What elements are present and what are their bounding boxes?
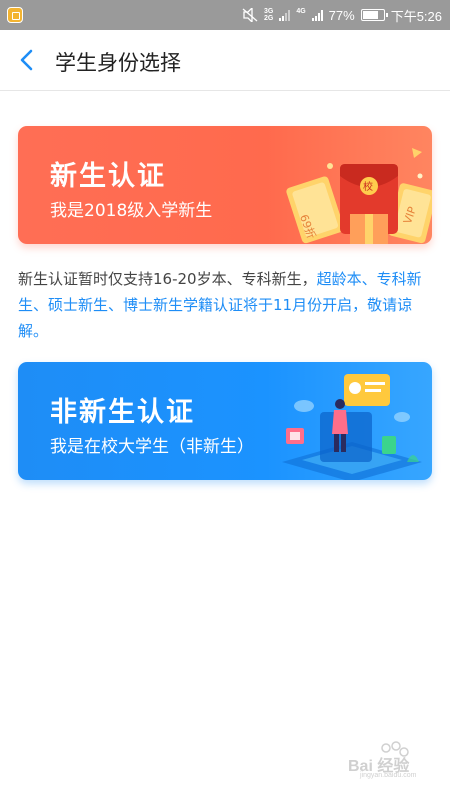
baidu-watermark: Bai 经验 jingyan.baidu.com [346, 740, 436, 780]
network-label-bottom: 2G [263, 15, 274, 22]
signal-icon-2 [311, 9, 323, 21]
app-notification-icon [7, 7, 23, 23]
student-id-illustration [282, 374, 422, 480]
new-student-auth-card[interactable]: 新生认证 我是2018级入学新生 69折 VIP 校 [18, 126, 432, 244]
back-button[interactable] [14, 46, 42, 74]
app-header: 学生身份选择 [0, 30, 450, 91]
page-title: 学生身份选择 [55, 51, 181, 75]
network-type-1: 3G 2G [264, 8, 273, 22]
clock: 下午5:26 [390, 8, 442, 24]
battery-fill [362, 11, 378, 19]
non-new-student-card-subtitle: 我是在校大学生（非新生） [50, 437, 254, 457]
new-student-card-title: 新生认证 [50, 161, 166, 192]
chevron-left-icon [20, 49, 33, 71]
mute-icon [242, 8, 258, 22]
network-label-top: 3G [263, 8, 274, 15]
battery-percent: 77% [328, 7, 355, 23]
watermark-url: jingyan.baidu.com [360, 772, 417, 779]
notice-plain: 新生认证暂时仅支持16-20岁本、专科新生， [18, 270, 317, 288]
red-envelope-illustration: 69折 VIP 校 [286, 148, 432, 244]
status-bar: 3G 2G 4G 77% 下午5:26 [0, 0, 450, 30]
battery-icon [360, 9, 388, 21]
network-type-2: 4G [296, 8, 306, 15]
signal-icon-1 [279, 9, 291, 21]
notice-text: 新生认证暂时仅支持16-20岁本、专科新生，超龄本、专科新生、硕士新生、博士新生… [18, 266, 428, 344]
envelope-badge-text: 校 [363, 180, 373, 193]
non-new-student-card-title: 非新生认证 [50, 397, 195, 428]
new-student-card-subtitle: 我是2018级入学新生 [50, 201, 213, 221]
non-new-student-auth-card[interactable]: 非新生认证 我是在校大学生（非新生） [18, 362, 432, 480]
status-indicators: 3G 2G 4G 77% 下午5:26 [242, 0, 442, 30]
